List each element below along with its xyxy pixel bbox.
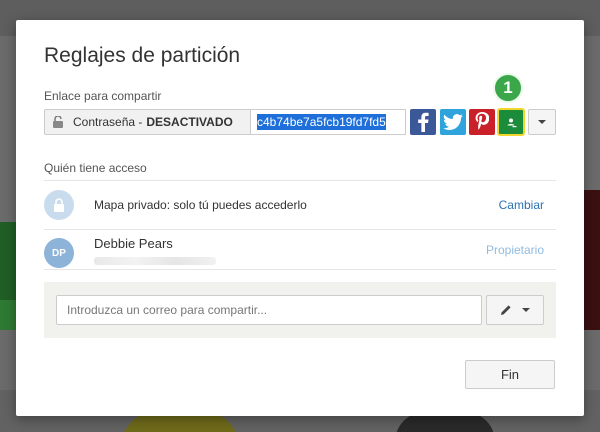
- unlocked-padlock-icon: [53, 115, 63, 128]
- access-row-privacy: Mapa privado: solo tú puedes accederlo C…: [44, 181, 556, 229]
- step-badge: 1: [493, 73, 523, 103]
- facebook-share-button[interactable]: [410, 109, 436, 135]
- access-label: Quién tiene acceso: [44, 161, 147, 175]
- divider: [44, 269, 556, 270]
- padlock-icon: [54, 198, 64, 212]
- avatar: DP: [44, 238, 74, 268]
- background-panel-right: [584, 190, 600, 330]
- google-classroom-share-button[interactable]: [497, 108, 525, 136]
- more-share-options-button[interactable]: [528, 109, 556, 135]
- share-settings-dialog: Reglajes de partición Enlace para compar…: [16, 20, 584, 416]
- invite-panel: [44, 282, 556, 338]
- pinterest-share-button[interactable]: [469, 109, 495, 135]
- share-link-label: Enlace para compartir: [44, 89, 162, 103]
- owner-name: Debbie Pears: [94, 236, 173, 251]
- chevron-down-icon: [522, 308, 530, 312]
- password-label: Contraseña -: [73, 115, 143, 129]
- done-button[interactable]: Fin: [465, 360, 555, 389]
- permission-dropdown[interactable]: [486, 295, 544, 325]
- twitter-icon: [443, 114, 463, 130]
- change-privacy-link[interactable]: Cambiar: [499, 198, 544, 212]
- chevron-down-icon: [538, 120, 546, 124]
- dialog-title: Reglajes de partición: [44, 44, 241, 67]
- google-classroom-icon: [504, 116, 518, 128]
- lock-avatar: [44, 190, 74, 220]
- facebook-icon: [418, 112, 429, 132]
- privacy-description: Mapa privado: solo tú puedes accederlo: [94, 198, 307, 212]
- owner-email-redacted: [94, 257, 216, 265]
- twitter-share-button[interactable]: [440, 109, 466, 135]
- share-link-row: Contraseña - DESACTIVADO c4b74be7a5fcb19…: [44, 109, 406, 135]
- owner-role: Propietario: [485, 243, 544, 257]
- password-status: DESACTIVADO: [146, 115, 233, 129]
- share-link-value: c4b74be7a5fcb19fd7fd5: [257, 114, 386, 130]
- pencil-icon: [501, 305, 511, 315]
- share-link-field[interactable]: c4b74be7a5fcb19fd7fd5: [250, 109, 406, 135]
- pinterest-icon: [475, 112, 489, 130]
- invite-email-input[interactable]: [56, 295, 482, 325]
- password-toggle[interactable]: Contraseña - DESACTIVADO: [44, 109, 250, 135]
